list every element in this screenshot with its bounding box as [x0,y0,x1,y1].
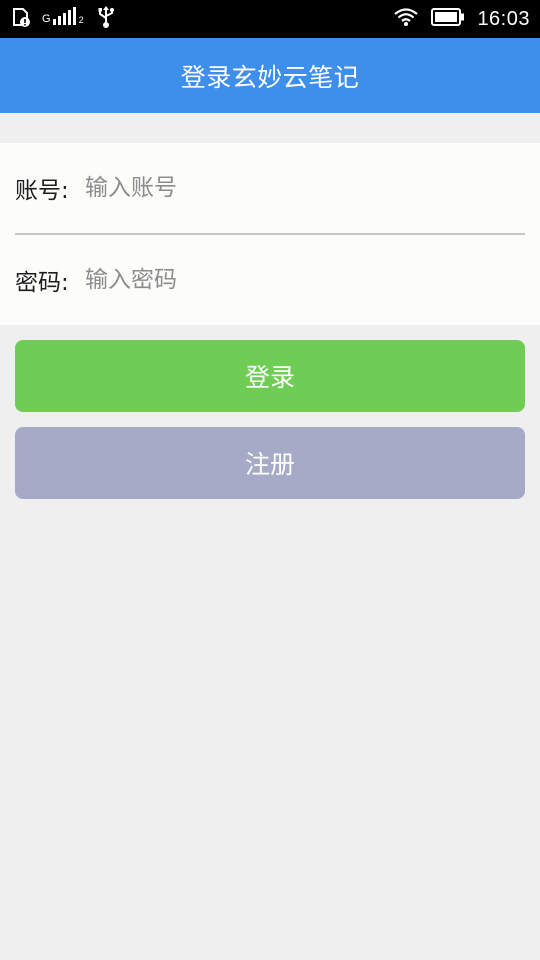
status-right-icons: 16:03 [393,0,530,38]
wifi-icon [393,7,419,31]
register-button[interactable]: 注册 [15,427,525,499]
register-button-label: 注册 [244,450,295,479]
login-form: 账号: 密码: [0,143,540,325]
battery-icon [431,8,465,30]
app-bar: 登录玄妙云笔记 [0,38,540,113]
password-input[interactable] [85,260,485,300]
login-button[interactable]: 登录 [15,340,525,412]
status-time: 16:03 [477,7,530,30]
password-row: 密码: [15,235,525,325]
network-type-label: G [42,13,51,25]
account-row: 账号: [15,143,525,233]
usb-icon [96,4,116,34]
signal-indicator: G 2 [42,7,86,31]
password-label: 密码: [15,270,69,296]
sim-slot-label: 2 [78,15,84,25]
account-input[interactable] [85,168,485,208]
status-bar: G 2 16:03 [0,0,540,38]
signal-icon [52,7,79,31]
page-title: 登录玄妙云笔记 [180,62,360,92]
login-button-label: 登录 [244,363,295,392]
account-label: 账号: [15,178,69,204]
status-left-icons: G 2 [10,0,116,38]
sim-card-icon [10,6,32,32]
